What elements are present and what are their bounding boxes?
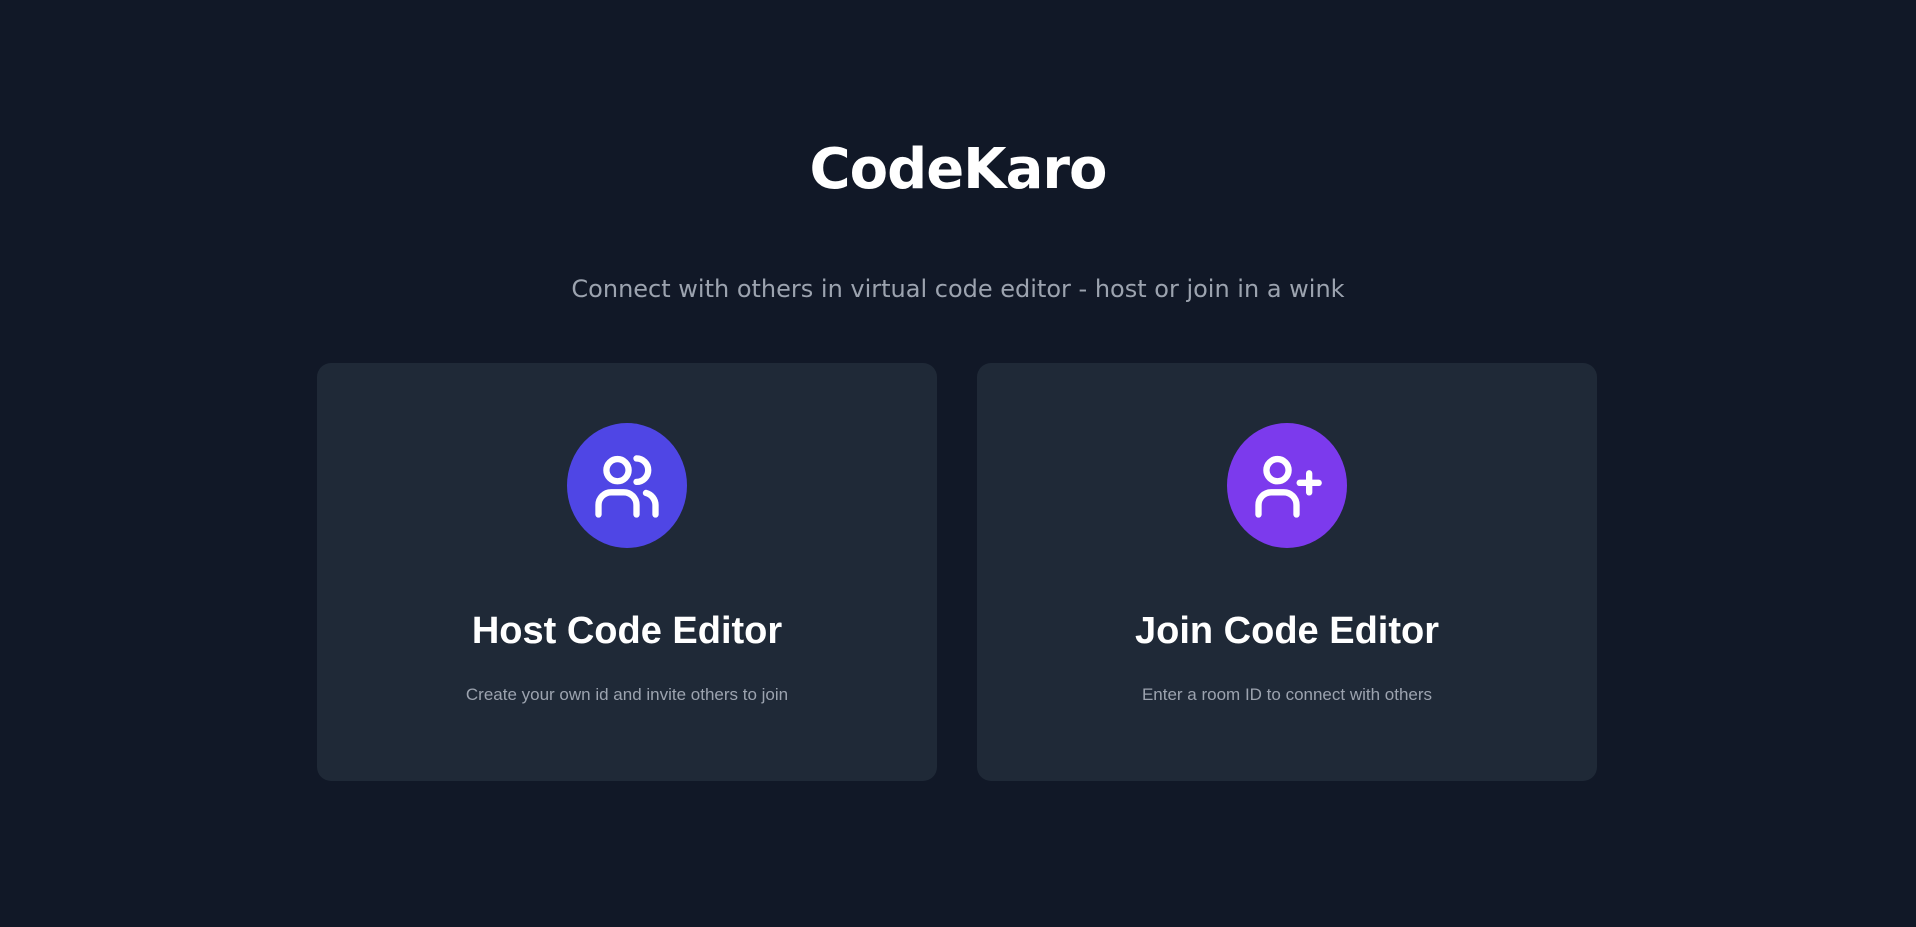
- user-plus-icon: [1255, 455, 1322, 518]
- app-subtitle: Connect with others in virtual code edit…: [571, 275, 1345, 303]
- host-card-title: Host Code Editor: [471, 610, 783, 652]
- landing-page: CodeKaro Connect with others in virtual …: [0, 0, 1916, 927]
- join-code-editor-card[interactable]: Join Code Editor Enter a room ID to conn…: [977, 363, 1597, 781]
- host-card-description: Create your own id and invite others to …: [465, 685, 789, 704]
- host-code-editor-card[interactable]: Host Code Editor Create your own id and …: [317, 363, 937, 781]
- users-icon: [595, 454, 659, 518]
- host-icon-circle: [567, 423, 687, 548]
- join-icon-circle: [1227, 423, 1347, 548]
- join-card-description: Enter a room ID to connect with others: [1141, 685, 1433, 704]
- app-title: CodeKaro: [809, 137, 1108, 202]
- join-card-title: Join Code Editor: [1135, 610, 1439, 652]
